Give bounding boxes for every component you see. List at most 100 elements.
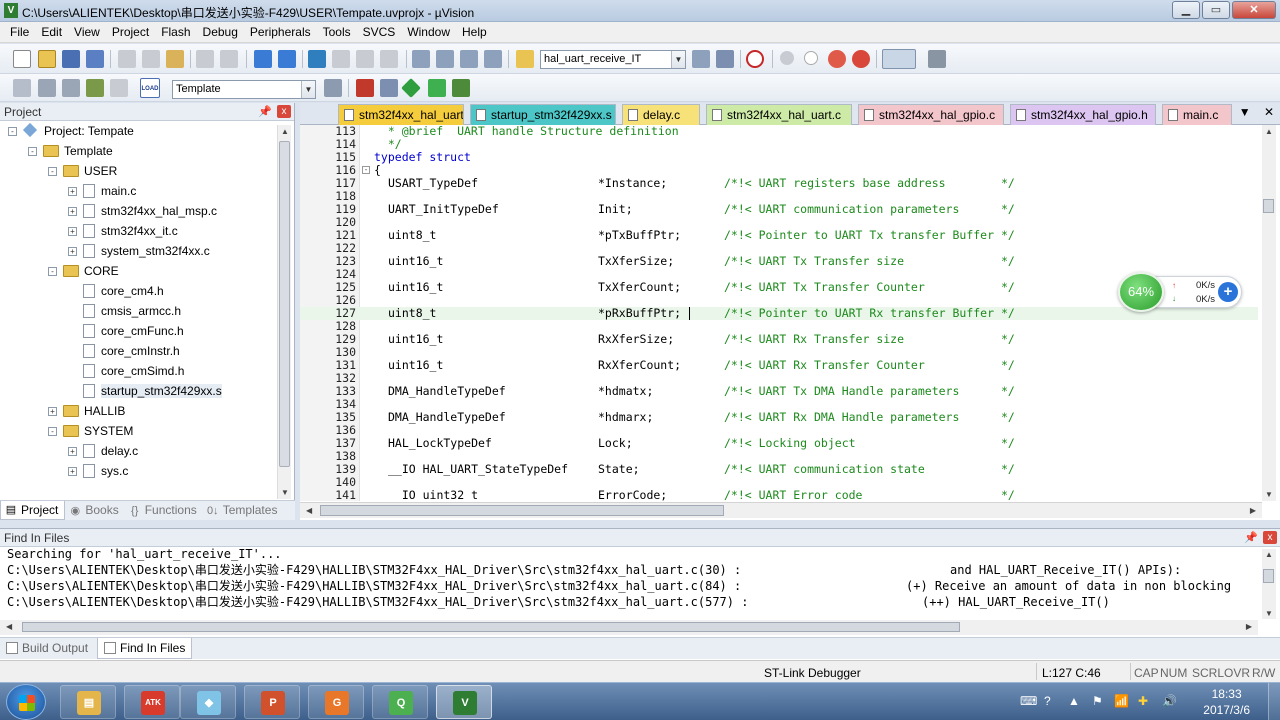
tree-item-project-tempate[interactable]: - Project: Tempate — [8, 121, 134, 141]
tab-functions[interactable]: {} Functions — [125, 501, 203, 520]
scroll-up-icon[interactable]: ▲ — [1265, 550, 1273, 559]
find-horizontal-scrollbar[interactable]: ◀ ▶ — [0, 620, 1258, 635]
code-line[interactable]: 119 UART_InitTypeDef Init;/*!< UART commun… — [300, 203, 1258, 216]
editor-tab-stm32f4xx-hal-uart-c[interactable]: stm32f4xx_hal_uart.c — [706, 104, 852, 125]
tray-chevron-icon[interactable]: ▲ — [1068, 694, 1080, 708]
security-shield-icon[interactable]: ✚ — [1138, 694, 1148, 708]
menu-debug[interactable]: Debug — [197, 22, 244, 43]
menu-flash[interactable]: Flash — [155, 22, 196, 43]
close-button[interactable]: ✕ — [1232, 1, 1276, 19]
select-packs-icon[interactable] — [428, 79, 446, 97]
scroll-right-icon[interactable]: ▶ — [1246, 622, 1252, 631]
code-line[interactable]: 131 uint16_t RxXferCount;/*!< UART Rx Tran… — [300, 359, 1258, 372]
tab-list-chevron-icon[interactable]: ▼ — [1239, 105, 1251, 119]
code-line[interactable]: 121 uint8_t *pTxBuffPtr;/*!< Pointer to UA… — [300, 229, 1258, 242]
pin-icon[interactable]: 📌 — [258, 103, 272, 121]
tree-item-core-cmfunc-h[interactable]: core_cmFunc.h — [68, 321, 184, 341]
taskbar-app-explorer[interactable]: ▤ — [60, 685, 116, 719]
tree-item-user[interactable]: - USER — [48, 161, 117, 181]
next-bookmark-icon[interactable] — [356, 50, 374, 68]
code-line[interactable]: 135 DMA_HandleTypeDef *hdmarx;/*!< UART Rx… — [300, 411, 1258, 424]
code-line[interactable]: 123 uint16_t TxXferSize;/*!< UART Tx Trans… — [300, 255, 1258, 268]
scroll-left-icon[interactable]: ◀ — [6, 622, 12, 631]
code-line[interactable]: 133 DMA_HandleTypeDef *hdmatx;/*!< UART Tx… — [300, 385, 1258, 398]
taskbar-app-keil[interactable]: V — [436, 685, 492, 719]
taskbar-app-atk[interactable]: ATK — [124, 685, 180, 719]
taskbar-app-notebook[interactable]: ◆ — [180, 685, 236, 719]
menu-peripherals[interactable]: Peripherals — [244, 22, 317, 43]
menu-svcs[interactable]: SVCS — [357, 22, 402, 43]
pack-installer-icon[interactable] — [401, 78, 421, 98]
plus-icon[interactable]: + — [1218, 282, 1238, 302]
tree-item-core-cminstr-h[interactable]: core_cmInstr.h — [68, 341, 180, 361]
scrollbar-thumb[interactable] — [320, 505, 724, 516]
indent-icon[interactable] — [412, 50, 430, 68]
expand-icon[interactable]: + — [68, 186, 77, 196]
minimize-button[interactable]: ▁ — [1172, 1, 1200, 19]
expand-icon[interactable]: + — [68, 206, 77, 216]
scroll-down-icon[interactable]: ▼ — [1265, 609, 1273, 618]
expand-icon[interactable]: + — [68, 446, 77, 456]
unindent-icon[interactable] — [436, 50, 454, 68]
build-icon[interactable] — [38, 79, 56, 97]
open-folder-icon[interactable] — [38, 50, 56, 68]
collapse-icon[interactable]: - — [48, 426, 57, 436]
find-output[interactable]: Searching for 'hal_uart_receive_IT'... C:… — [0, 547, 1258, 620]
scrollbar-thumb[interactable] — [1263, 199, 1274, 213]
rebuild-icon[interactable] — [62, 79, 80, 97]
editor-tab-stm32f4xx-hal-gpio-h[interactable]: stm32f4xx_hal_gpio.h — [1010, 104, 1156, 125]
menu-tools[interactable]: Tools — [317, 22, 357, 43]
tree-item-core-cm4-h[interactable]: core_cm4.h — [68, 281, 164, 301]
clear-bookmarks-icon[interactable] — [380, 50, 398, 68]
target-options-icon[interactable] — [324, 79, 342, 97]
uncomment-icon[interactable] — [484, 50, 502, 68]
tab-books[interactable]: ◉ Books — [65, 501, 124, 520]
enable-breakpoint-icon[interactable] — [804, 51, 818, 65]
signal-icon[interactable]: 📶 — [1114, 694, 1129, 708]
navigate-forward-icon[interactable] — [278, 50, 296, 68]
chevron-down-icon[interactable]: ▼ — [671, 51, 685, 68]
prev-bookmark-icon[interactable] — [332, 50, 350, 68]
close-icon[interactable]: x — [1263, 531, 1277, 544]
comment-icon[interactable] — [460, 50, 478, 68]
find-in-files-icon[interactable] — [516, 50, 534, 68]
editor-tab-delay-c[interactable]: delay.c — [622, 104, 700, 125]
menu-help[interactable]: Help — [456, 22, 493, 43]
find-vertical-scrollbar[interactable]: ▲ ▼ — [1262, 549, 1276, 619]
help-icon[interactable]: ? — [1044, 694, 1051, 708]
tree-item-delay-c[interactable]: + delay.c — [68, 441, 138, 461]
taskbar-app-app-q[interactable]: Q — [372, 685, 428, 719]
bookmark-icon[interactable] — [308, 50, 326, 68]
scroll-up-icon[interactable]: ▲ — [1265, 127, 1273, 136]
tree-item-stm32f4xx-it-c[interactable]: + stm32f4xx_it.c — [68, 221, 178, 241]
tree-item-cmsis-armcc-h[interactable]: cmsis_armcc.h — [68, 301, 181, 321]
disable-breakpoints-icon[interactable] — [828, 50, 846, 68]
code-line[interactable]: 127 uint8_t *pRxBuffPtr;/*!< Pointer to UA… — [300, 307, 1258, 320]
collapse-icon[interactable]: - — [48, 166, 57, 176]
menu-project[interactable]: Project — [106, 22, 155, 43]
show-desktop-button[interactable] — [1268, 683, 1280, 720]
find-result-line[interactable]: C:\Users\ALIENTEK\Desktop\串口发送小实验-F429\H… — [7, 579, 741, 594]
code-area[interactable]: 113 * @brief UART handle Structure defin… — [300, 125, 1280, 501]
configure-icon[interactable] — [928, 50, 946, 68]
kill-breakpoints-icon[interactable] — [852, 50, 870, 68]
code-line[interactable]: 113 * @brief UART handle Structure defin… — [300, 125, 1258, 138]
tab-build-output[interactable]: Build Output — [0, 638, 94, 659]
debug-session-icon[interactable] — [746, 50, 764, 68]
close-editor-icon[interactable]: ✕ — [1264, 105, 1274, 119]
find-result-line[interactable]: Searching for 'hal_uart_receive_IT'... — [7, 547, 282, 562]
taskbar-app-pdf[interactable]: G — [308, 685, 364, 719]
code-line[interactable]: 115 typedef struct — [300, 151, 1258, 164]
scroll-right-icon[interactable]: ▶ — [1250, 506, 1256, 515]
redo-icon[interactable] — [220, 50, 238, 68]
tree-item-startup-stm32f429xx-s[interactable]: startup_stm32f429xx.s — [68, 381, 222, 401]
tab-project[interactable]: ▤ Project — [0, 501, 66, 520]
scrollbar-thumb[interactable] — [22, 622, 960, 632]
manage-components-icon[interactable] — [356, 79, 374, 97]
tab-templates[interactable]: 0↓ Templates — [203, 501, 284, 520]
stop-build-icon[interactable] — [110, 79, 128, 97]
fold-collapse-icon[interactable]: - — [362, 166, 370, 174]
tree-item-hallib[interactable]: + HALLIB — [48, 401, 125, 421]
find-result-line[interactable]: C:\Users\ALIENTEK\Desktop\串口发送小实验-F429\H… — [7, 595, 748, 610]
maximize-button[interactable]: ▭ — [1202, 1, 1230, 19]
